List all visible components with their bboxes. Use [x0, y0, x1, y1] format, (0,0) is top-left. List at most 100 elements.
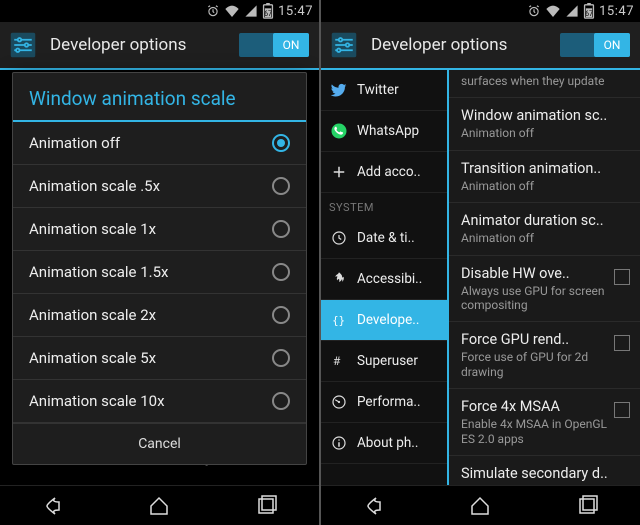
radio-icon: [272, 392, 290, 410]
setting-title: Window animation sc..: [461, 107, 630, 124]
setting-text: Force GPU rend..Force use of GPU for 2d …: [461, 331, 608, 379]
setting-subtitle: Animation off: [461, 126, 630, 140]
animation-option[interactable]: Animation off: [13, 122, 306, 165]
sidebar-section-header: SYSTEM: [321, 193, 447, 218]
back-icon[interactable]: [39, 492, 67, 520]
checkbox-icon[interactable]: [614, 269, 630, 285]
setting-title: Force 4x MSAA: [461, 398, 608, 415]
alarm-icon: [206, 4, 220, 18]
sidebar-item[interactable]: Twitter: [321, 70, 447, 111]
animation-option[interactable]: Animation scale 10x: [13, 380, 306, 423]
signal-icon: [244, 4, 258, 18]
dev-options-toggle[interactable]: ON: [560, 33, 630, 57]
setting-text: Disable HW ove.. Always use GPU for scree…: [461, 265, 608, 313]
setting-title: Disable HW ove..: [461, 265, 608, 282]
animation-option[interactable]: Animation scale 5x: [13, 337, 306, 380]
option-label: Animation scale 10x: [29, 392, 165, 410]
sidebar-item[interactable]: {} Develope..: [321, 300, 447, 341]
option-label: Animation scale 2x: [29, 306, 156, 324]
battery-icon: 67: [583, 4, 595, 18]
sidebar-item-label: About ph..: [357, 435, 418, 451]
option-label: Animation scale 1.5x: [29, 263, 168, 281]
setting-text: Force 4x MSAA Enable 4x MSAA in OpenGL ES…: [461, 398, 608, 446]
sidebar-item-label: Superuser: [357, 353, 418, 369]
setting-subtitle: Animation off: [461, 231, 630, 245]
home-icon[interactable]: [145, 492, 173, 520]
radio-icon: [272, 177, 290, 195]
app-icon: [329, 121, 349, 141]
option-label: Animation scale .5x: [29, 177, 160, 195]
settings-sidebar: Twitter WhatsApp Add acco.. SYSTEM Date & ti…: [321, 70, 447, 485]
setting-row[interactable]: Window animation sc.. Animation off: [449, 98, 640, 150]
status-clock: 15:47: [599, 4, 634, 19]
setting-row[interactable]: Force 4x MSAA Enable 4x MSAA in OpenGL ES…: [449, 389, 640, 456]
dev-options-toggle[interactable]: ON: [239, 33, 309, 57]
option-label: Animation off: [29, 134, 120, 152]
animation-option[interactable]: Animation scale .5x: [13, 165, 306, 208]
animation-option[interactable]: Animation scale 1.5x: [13, 251, 306, 294]
setting-subtitle: Enable 4x MSAA in OpenGL ES 2.0 apps: [461, 417, 608, 446]
setting-title: Transition animation..: [461, 160, 630, 177]
sidebar-item[interactable]: Accessibi..: [321, 259, 447, 300]
sidebar-item[interactable]: About ph..: [321, 423, 447, 464]
toggle-knob: ON: [273, 33, 309, 57]
signal-icon: [565, 4, 579, 18]
status-bar: 67 15:47: [0, 0, 319, 22]
sidebar-item-label: Develope..: [357, 312, 419, 328]
system-icon: {}: [329, 310, 349, 330]
sidebar-item-label: Add acco..: [357, 164, 421, 180]
sidebar-item-label: Date & ti..: [357, 230, 415, 246]
recents-icon[interactable]: [573, 492, 601, 520]
action-bar: Developer options ON: [321, 22, 640, 70]
option-label: Animation scale 1x: [29, 220, 156, 238]
setting-title: Simulate secondary d..: [461, 465, 630, 482]
setting-row[interactable]: Animator duration sc.. Animation off: [449, 203, 640, 255]
animation-option[interactable]: Animation scale 2x: [13, 294, 306, 337]
status-clock: 15:47: [278, 4, 313, 19]
nav-bar: [0, 485, 319, 525]
sidebar-item-label: Twitter: [357, 82, 399, 98]
setting-text: Transition animation.. Animation off: [461, 160, 630, 193]
dialog-options: Animation off Animation scale .5x Animatio…: [13, 122, 306, 423]
animation-option[interactable]: Animation scale 1x: [13, 208, 306, 251]
sidebar-item[interactable]: Add acco..: [321, 152, 447, 193]
radio-icon: [272, 220, 290, 238]
toggle-knob: ON: [594, 33, 630, 57]
setting-row[interactable]: surfaces when they update: [449, 70, 640, 98]
checkbox-icon[interactable]: [614, 402, 630, 418]
battery-icon: 67: [262, 4, 274, 18]
radio-icon: [272, 306, 290, 324]
setting-text: Animator duration sc.. Animation off: [461, 212, 630, 245]
home-icon[interactable]: [466, 492, 494, 520]
setting-row[interactable]: Disable HW ove.. Always use GPU for scree…: [449, 256, 640, 323]
settings-sliders-icon: [6, 28, 40, 62]
dialog-title: Window animation scale: [13, 73, 306, 122]
wifi-icon: [224, 4, 240, 18]
checkbox-icon[interactable]: [614, 335, 630, 351]
nav-bar: [321, 485, 640, 525]
setting-title: Animator duration sc..: [461, 212, 630, 229]
setting-subtitle: surfaces when they update: [461, 74, 630, 88]
radio-icon: [272, 263, 290, 281]
svg-text:{}: {}: [332, 315, 345, 327]
svg-text:#: #: [333, 354, 341, 368]
system-icon: [329, 392, 349, 412]
back-icon[interactable]: [360, 492, 388, 520]
cancel-button[interactable]: Cancel: [13, 423, 306, 464]
recents-icon[interactable]: [252, 492, 280, 520]
sidebar-item[interactable]: Performa..: [321, 382, 447, 423]
sidebar-item[interactable]: Date & ti..: [321, 218, 447, 259]
sidebar-item[interactable]: # Superuser: [321, 341, 447, 382]
setting-row[interactable]: Simulate secondary d..: [449, 456, 640, 485]
settings-detail-pane: surfaces when they update Window animatio…: [447, 70, 640, 485]
sidebar-item[interactable]: WhatsApp: [321, 111, 447, 152]
setting-subtitle: Always use GPU for screen compositing: [461, 284, 608, 313]
system-icon: [329, 269, 349, 289]
setting-row[interactable]: Force GPU rend..Force use of GPU for 2d …: [449, 322, 640, 389]
sidebar-item-label: Performa..: [357, 394, 421, 410]
status-bar: 67 15:47: [321, 0, 640, 22]
setting-row[interactable]: Transition animation.. Animation off: [449, 151, 640, 203]
setting-subtitle: Animation off: [461, 179, 630, 193]
sidebar-item-label: Accessibi..: [357, 271, 422, 287]
settings-sliders-icon: [327, 28, 361, 62]
